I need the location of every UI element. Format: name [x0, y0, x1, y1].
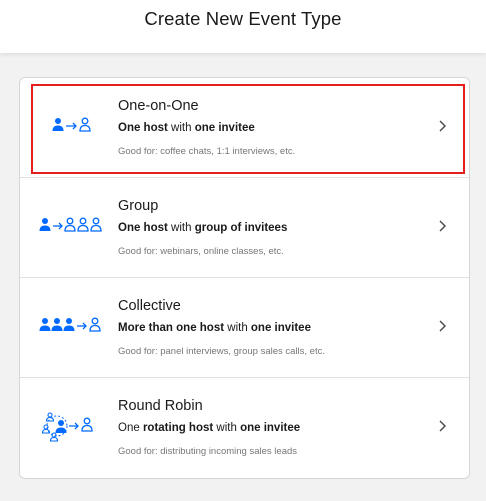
event-type-name: Collective [118, 298, 181, 314]
round-robin-icon [36, 406, 112, 446]
chevron-right-icon [439, 320, 446, 332]
event-type-name: One-on-One [118, 98, 199, 114]
event-type-name: Round Robin [118, 398, 203, 414]
one-on-one-icon [36, 106, 112, 146]
event-type-description: More than one host with one invitee [118, 322, 311, 334]
chevron-right-icon [439, 420, 446, 432]
event-type-list: One-on-One One host with one invitee Goo… [19, 77, 470, 479]
event-type-good-for: Good for: coffee chats, 1:1 interviews, … [118, 146, 296, 157]
event-type-group[interactable]: Group One host with group of invitees Go… [20, 178, 469, 278]
event-type-collective[interactable]: Collective More than one host with one i… [20, 278, 469, 378]
event-type-good-for: Good for: panel interviews, group sales … [118, 346, 325, 357]
event-type-good-for: Good for: distributing incoming sales le… [118, 446, 298, 457]
group-icon [36, 206, 112, 246]
page-title: Create New Event Type [144, 8, 342, 29]
event-type-description: One host with one invitee [118, 122, 255, 134]
event-type-name: Group [118, 198, 159, 214]
chevron-right-icon [439, 220, 446, 232]
event-type-description: One rotating host with one invitee [118, 422, 301, 434]
event-type-good-for: Good for: webinars, online classes, etc. [118, 246, 284, 257]
chevron-right-icon [439, 120, 446, 132]
event-type-description: One host with group of invitees [118, 222, 288, 234]
page-header: Create New Event Type [0, 0, 486, 53]
collective-icon [36, 306, 112, 346]
event-type-round-robin[interactable]: Round Robin One rotating host with one i… [20, 378, 469, 478]
event-type-one-on-one[interactable]: One-on-One One host with one invitee Goo… [20, 78, 469, 178]
